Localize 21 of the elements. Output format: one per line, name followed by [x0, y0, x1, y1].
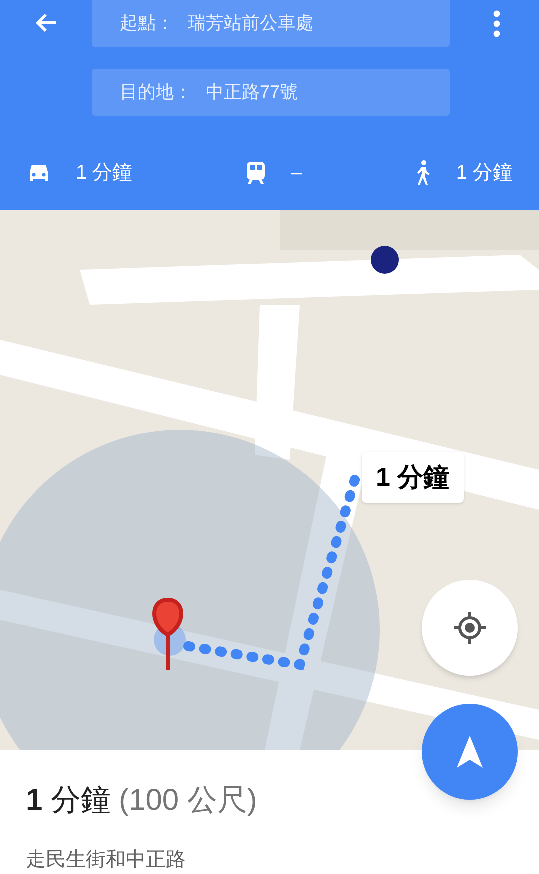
field-value: 中正路77號 [206, 81, 298, 104]
menu-icon [493, 10, 501, 38]
locate-icon [452, 610, 488, 646]
travel-time: 1 分鐘 [76, 161, 133, 186]
destination-field[interactable]: 目的地： 中正路77號 [92, 69, 450, 116]
navigation-arrow-icon [457, 736, 483, 768]
field-label: 起點： [119, 12, 175, 35]
travel-mode-tab[interactable]: 1 分鐘 [414, 158, 513, 188]
origin-field[interactable]: 起點： 瑞芳站前公車處 [92, 0, 450, 47]
train-icon [244, 161, 267, 185]
travel-mode-tab[interactable]: – [244, 158, 302, 188]
travel-mode-tab[interactable]: 1 分鐘 [26, 158, 133, 188]
route-description: 走民生街和中正路 [26, 848, 187, 873]
travel-time: – [290, 161, 302, 186]
travel-time: 1 分鐘 [456, 161, 513, 186]
duration-text: 1 分鐘 [26, 783, 112, 819]
field-value: 瑞芳站前公車處 [188, 12, 314, 35]
field-label: 目的地： [119, 81, 193, 104]
route-time-callout: 1 分鐘 [362, 452, 464, 503]
back-arrow-icon [35, 13, 57, 33]
distance-text: (100 公尺) [119, 783, 258, 819]
